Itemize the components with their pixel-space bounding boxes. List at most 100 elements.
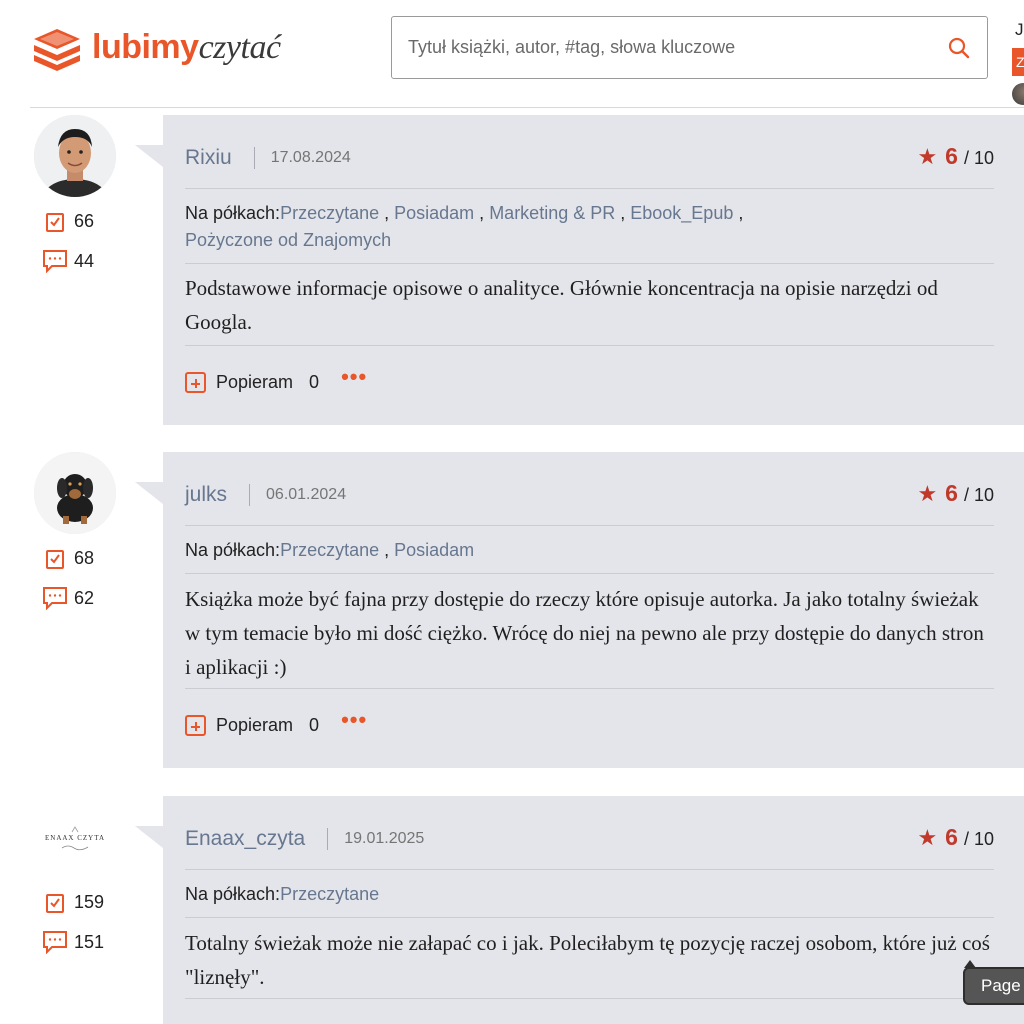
rating-scale: / 10 <box>963 829 994 849</box>
shelf-link[interactable]: Przeczytane <box>280 884 379 904</box>
user-badge-button[interactable]: Z <box>1012 48 1024 76</box>
read-count-stat: 68 <box>46 548 94 569</box>
review-item: 66 44 Rixiu 17.08.2024 ★ 6 / 10 Na półka… <box>0 115 1024 425</box>
support-plus-icon[interactable] <box>185 715 206 736</box>
star-icon: ★ <box>917 825 938 850</box>
avatar[interactable] <box>34 452 116 534</box>
divider <box>185 525 994 526</box>
review-rating: ★ 6 / 10 <box>917 143 994 170</box>
shelf-link[interactable]: Posiadam <box>394 540 474 560</box>
review-rating: ★ 6 / 10 <box>917 480 994 507</box>
review-actions: Popieram 0 ••• <box>185 708 367 736</box>
shelf-link[interactable]: Przeczytane <box>280 540 379 560</box>
comment-count: 151 <box>74 931 105 952</box>
divider <box>185 263 994 264</box>
review-text: Totalny świeżak może nie załapać co i ja… <box>185 931 990 989</box>
review-text: Podstawowe informacje opisowe o analityc… <box>185 276 938 334</box>
user-avatar[interactable] <box>1012 83 1024 105</box>
support-plus-icon[interactable] <box>185 372 206 393</box>
review-header: Rixiu 17.08.2024 ★ 6 / 10 <box>185 143 994 173</box>
divider <box>185 917 994 918</box>
reviewer-photo <box>34 452 116 534</box>
user-menu-label[interactable]: J <box>1015 20 1024 40</box>
review-rating: ★ 6 / 10 <box>917 824 994 851</box>
shelves-label: Na półkach: <box>185 540 281 560</box>
review-header: julks 06.01.2024 ★ 6 / 10 <box>185 480 994 510</box>
shelf-link[interactable]: Pożyczone od Znajomych <box>185 230 391 250</box>
comment-count-stat: 44 <box>43 249 95 273</box>
reviewer-sidebar: ENAAX CZYTA 159 151 <box>34 796 134 954</box>
header-separator <box>249 484 251 506</box>
reviewer-sidebar: 68 62 <box>34 452 134 610</box>
comment-count: 44 <box>74 250 95 271</box>
shelf-link[interactable]: Posiadam <box>394 203 474 223</box>
review-card: Rixiu 17.08.2024 ★ 6 / 10 Na półkach:Prz… <box>163 115 1024 425</box>
header-separator <box>327 828 329 850</box>
support-label[interactable]: Popieram <box>216 372 293 393</box>
review-header: Enaax_czyta 19.01.2025 ★ 6 / 10 <box>185 824 994 854</box>
star-icon: ★ <box>917 481 938 506</box>
review-item: ENAAX CZYTA 159 151 Enaax_czyta 19.01.20… <box>0 796 1024 1024</box>
review-card: Enaax_czyta 19.01.2025 ★ 6 / 10 Na półka… <box>163 796 1024 1024</box>
rating-scale: / 10 <box>963 148 994 168</box>
shelf-link[interactable]: Przeczytane <box>280 203 379 223</box>
reviewer-username[interactable]: julks <box>185 483 227 507</box>
search-input[interactable] <box>408 17 928 78</box>
read-count-stat: 66 <box>46 211 94 232</box>
books-stack-logo-icon <box>34 28 80 71</box>
reviewer-username[interactable]: Rixiu <box>185 146 232 170</box>
divider <box>185 998 994 999</box>
reviewer-username[interactable]: Enaax_czyta <box>185 827 305 851</box>
divider <box>185 345 994 346</box>
reviewer-photo <box>34 115 116 197</box>
comment-bubble-icon <box>43 587 67 610</box>
comment-count-stat: 151 <box>43 930 105 954</box>
rating-value: 6 <box>945 143 958 169</box>
star-icon: ★ <box>917 144 938 169</box>
page-tooltip: Page <box>963 967 1024 1005</box>
comment-count: 62 <box>74 587 95 608</box>
support-label[interactable]: Popieram <box>216 715 293 736</box>
shelf-link[interactable]: Marketing & PR <box>489 203 615 223</box>
shelf-link[interactable]: Ebook_Epub <box>630 203 733 223</box>
shelves-label: Na półkach: <box>185 203 281 223</box>
shelves-line: Na półkach:Przeczytane <box>185 881 994 908</box>
review-actions: Popieram 0 ••• <box>185 365 367 393</box>
support-count: 0 <box>309 715 320 735</box>
checkbox-icon <box>46 893 64 913</box>
card-pointer <box>135 145 163 167</box>
header-separator <box>253 147 255 169</box>
logo-wordmark: lubimyczytać <box>92 24 281 71</box>
rating-value: 6 <box>945 824 958 850</box>
site-logo[interactable]: lubimyczytać <box>30 24 281 71</box>
shelves-line: Na półkach:Przeczytane , Posiadam , Mark… <box>185 203 744 250</box>
read-count-stat: 159 <box>46 892 104 913</box>
checkbox-icon <box>46 212 64 232</box>
reviewer-logo: ENAAX CZYTA <box>34 796 116 878</box>
search-icon[interactable] <box>947 36 971 60</box>
review-date: 17.08.2024 <box>270 149 351 166</box>
read-count: 68 <box>74 548 95 568</box>
search-box <box>391 16 988 79</box>
comment-bubble-icon <box>43 931 67 954</box>
avatar-logo-text: ENAAX CZYTA <box>45 834 105 842</box>
rating-value: 6 <box>945 480 958 506</box>
review-date: 19.01.2025 <box>344 830 425 847</box>
avatar[interactable] <box>34 115 116 197</box>
card-pointer <box>135 482 163 504</box>
review-date: 06.01.2024 <box>266 486 347 503</box>
divider <box>185 188 994 189</box>
card-pointer <box>135 826 163 848</box>
more-options-icon[interactable]: ••• <box>341 708 367 730</box>
checkbox-icon <box>46 549 64 569</box>
avatar[interactable]: ENAAX CZYTA <box>34 796 116 878</box>
support-count: 0 <box>309 372 320 392</box>
site-header: lubimyczytać J Z <box>0 0 1024 108</box>
review-text: Książka może być fajna przy dostępie do … <box>185 587 984 679</box>
rating-scale: / 10 <box>963 485 994 505</box>
more-options-icon[interactable]: ••• <box>341 365 367 387</box>
review-item: 68 62 julks 06.01.2024 ★ 6 / 10 Na półka… <box>0 452 1024 768</box>
divider <box>185 573 994 574</box>
logo-part-1: lubimy <box>92 28 199 66</box>
read-count: 159 <box>74 892 105 912</box>
